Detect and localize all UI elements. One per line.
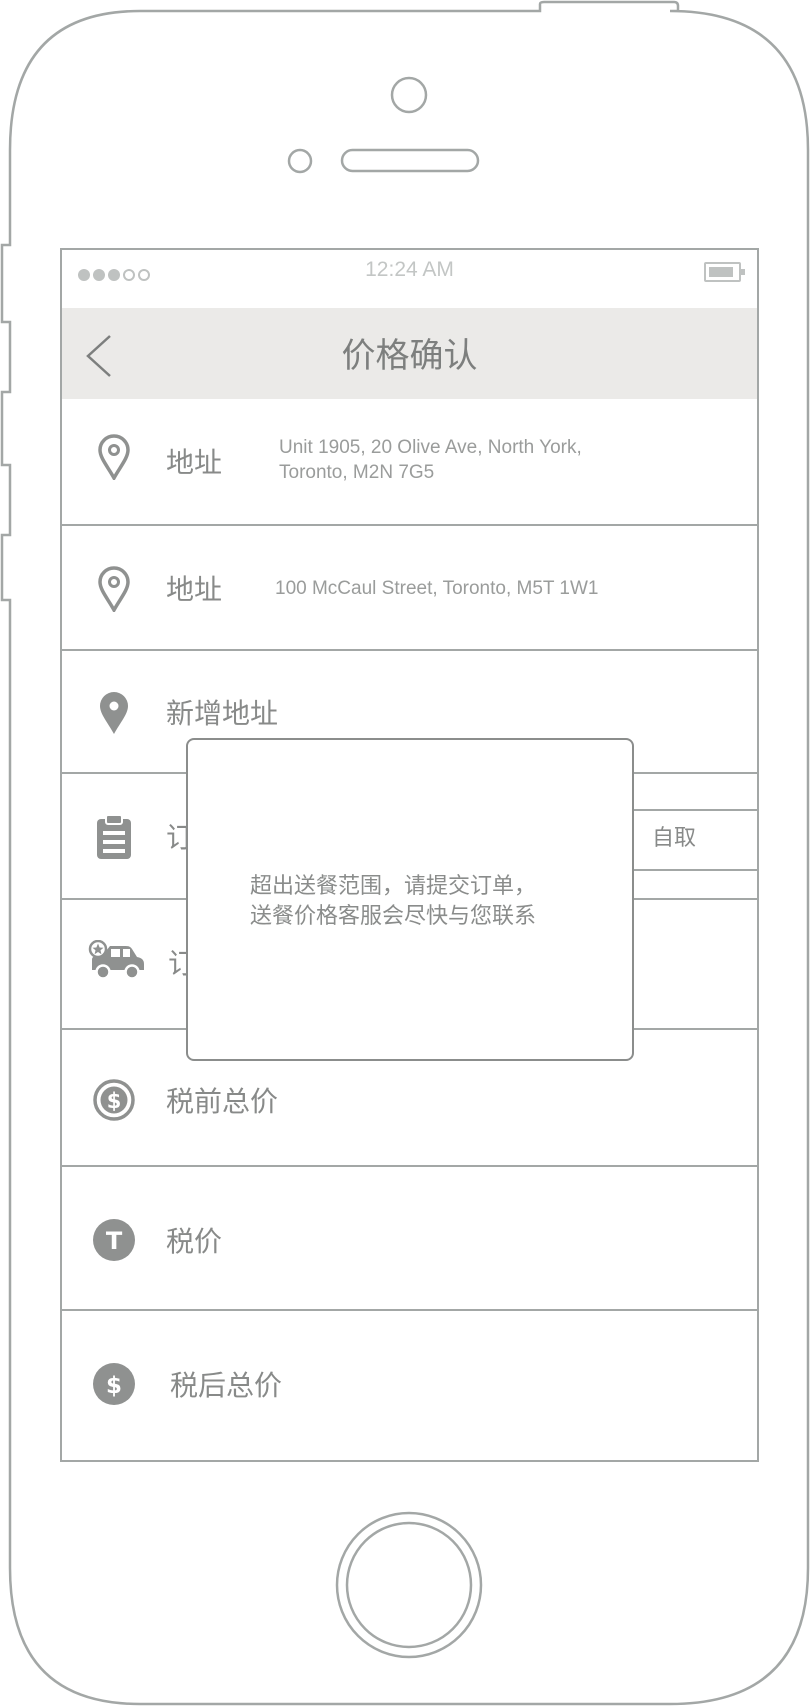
location-pin-filled-icon	[100, 692, 128, 734]
status-time: 12:24 AM	[365, 258, 454, 281]
status-bar: 12:24 AM	[62, 250, 757, 308]
dialog-message-line-2: 送餐价格客服会尽快与您联系	[250, 904, 537, 929]
address-line-1: Unit 1905, 20 Olive Ave, North York,	[279, 437, 582, 458]
clipboard-icon	[97, 814, 131, 859]
tax-row: T 税价	[62, 1167, 757, 1311]
address-row-2[interactable]: 地址 100 McCaul Street, Toronto, M5T 1W1	[62, 526, 757, 651]
location-pin-outline-icon	[98, 434, 130, 480]
battery-icon	[704, 262, 745, 282]
sensor-dot	[287, 148, 313, 174]
add-address-label: 新增地址	[166, 697, 279, 730]
address-label: 地址	[166, 446, 223, 479]
address-label: 地址	[166, 573, 223, 606]
tax-label: 税价	[166, 1225, 223, 1258]
dollar-circle-filled-icon: $	[93, 1363, 135, 1405]
dialog-message: 超出送餐范围，请提交订单， 送餐价格客服会尽快与您联系	[250, 872, 536, 932]
address-line-1: 100 McCaul Street, Toronto, M5T 1W1	[275, 578, 599, 599]
home-button[interactable]	[335, 1511, 483, 1659]
page-title: 价格确认	[341, 336, 478, 376]
nav-bar: 价格确认	[62, 308, 757, 399]
aftertax-total-label: 税后总价	[170, 1369, 283, 1402]
pickup-button[interactable]: 自取	[622, 809, 757, 871]
speaker-grille	[340, 148, 480, 173]
delivery-car-icon	[88, 940, 144, 980]
location-pin-outline-icon	[98, 566, 130, 612]
tax-t-circle-icon: T	[93, 1219, 135, 1261]
address-row-1[interactable]: 地址 Unit 1905, 20 Olive Ave, North York, …	[62, 399, 757, 526]
svg-text:$: $	[107, 1089, 122, 1113]
address-line-2: Toronto, M2N 7G5	[279, 462, 435, 483]
aftertax-total-row: $ 税后总价	[62, 1311, 757, 1460]
dialog-message-line-1: 超出送餐范围，请提交订单，	[250, 874, 537, 899]
svg-text:$: $	[106, 1373, 122, 1399]
pretax-total-label: 税前总价	[166, 1085, 279, 1118]
out-of-range-dialog[interactable]: 超出送餐范围，请提交订单， 送餐价格客服会尽快与您联系	[186, 738, 634, 1061]
front-camera	[390, 76, 428, 114]
svg-text:T: T	[106, 1227, 123, 1255]
dollar-circle-outline-icon: $	[93, 1079, 135, 1121]
